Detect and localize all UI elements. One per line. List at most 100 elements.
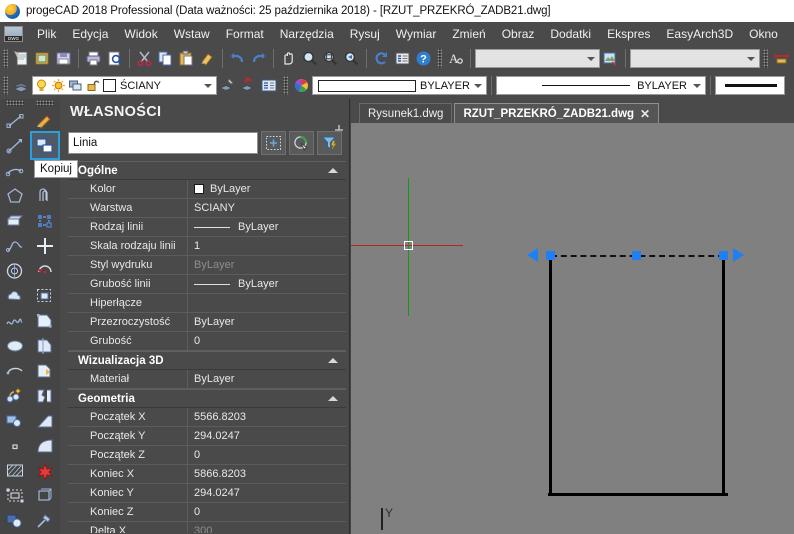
print-icon[interactable] — [83, 48, 104, 69]
menu-item-narzedzia[interactable]: Narzędzia — [272, 24, 342, 44]
properties-section-header-ogolne[interactable]: Ogólne — [68, 161, 346, 180]
table-style-combo[interactable] — [630, 49, 760, 68]
menu-item-rysuj[interactable]: Rysuj — [342, 24, 388, 44]
property-value[interactable]: ByLayer — [188, 316, 346, 328]
object-type-combo[interactable]: Linia — [68, 132, 258, 154]
array-icon[interactable] — [32, 208, 58, 233]
property-row-poczatek-z[interactable]: Początek Z 0 — [68, 446, 346, 465]
property-value[interactable]: 294.0247 — [188, 430, 346, 442]
color-wheel-icon[interactable] — [291, 75, 312, 96]
layer-color-swatch[interactable] — [103, 79, 116, 92]
layer-manager-icon[interactable] — [11, 75, 32, 96]
move-icon[interactable] — [32, 233, 58, 258]
toolbar-grip[interactable] — [3, 49, 8, 68]
toolbar-grip[interactable] — [437, 49, 442, 68]
wall-bottom[interactable] — [548, 493, 728, 496]
point-icon[interactable] — [2, 433, 28, 458]
chamfer-icon[interactable] — [32, 408, 58, 433]
polygon-icon[interactable] — [2, 183, 28, 208]
trim-icon[interactable] — [32, 333, 58, 358]
property-value[interactable]: 5866.8203 — [188, 468, 346, 480]
property-row-poczatek-x[interactable]: Początek X 5566.8203 — [68, 408, 346, 427]
3d-box-icon[interactable] — [32, 483, 58, 508]
grip-middle[interactable] — [632, 251, 641, 260]
property-row-kolor[interactable]: Kolor ByLayer — [68, 180, 346, 199]
offset-icon[interactable] — [32, 183, 58, 208]
property-value[interactable]: 5566.8203 — [188, 411, 346, 423]
lock-open-icon[interactable] — [84, 77, 101, 94]
donut-icon[interactable] — [2, 258, 28, 283]
property-value[interactable]: 0 — [188, 506, 346, 518]
save-icon[interactable] — [53, 48, 74, 69]
stretch-arrow-right-icon[interactable] — [733, 248, 744, 262]
toolbar-grip[interactable] — [36, 100, 54, 106]
region-icon[interactable] — [2, 508, 28, 533]
help-icon[interactable]: ? — [413, 48, 434, 69]
explode-icon[interactable] — [32, 458, 58, 483]
property-row-poczatek-y[interactable]: Początek Y 294.0247 — [68, 427, 346, 446]
scale-icon[interactable] — [32, 283, 58, 308]
property-row-koniec-x[interactable]: Koniec X 5866.8203 — [68, 465, 346, 484]
text-style-icon[interactable]: A — [445, 48, 466, 69]
wall-right[interactable] — [722, 256, 725, 496]
property-row-material[interactable]: Materiał ByLayer — [68, 370, 346, 389]
sun-freeze-icon[interactable] — [50, 77, 67, 94]
pencil-edit-icon[interactable] — [32, 108, 58, 133]
property-value[interactable]: 1 — [188, 240, 346, 252]
menu-item-format[interactable]: Format — [218, 24, 272, 44]
property-row-grubosc-linii[interactable]: Grubość linii ByLayer — [68, 275, 346, 294]
property-value-cell[interactable]: ByLayer — [188, 221, 346, 233]
arc-ellipse-icon[interactable] — [2, 358, 28, 383]
wall-left[interactable] — [549, 256, 552, 496]
object-color-combo[interactable]: BYLAYER — [312, 76, 487, 95]
fillet-icon[interactable] — [32, 433, 58, 458]
boundary-icon[interactable] — [2, 483, 28, 508]
properties-section-header-geometria[interactable]: Geometria — [68, 389, 346, 408]
rotate-icon[interactable] — [32, 258, 58, 283]
close-icon[interactable]: ✕ — [640, 107, 650, 121]
hammer-icon[interactable] — [32, 508, 58, 533]
menu-item-wstaw[interactable]: Wstaw — [166, 24, 218, 44]
freeze-viewport-icon[interactable] — [67, 77, 84, 94]
property-value[interactable]: 0 — [188, 449, 346, 461]
insert-block-icon[interactable] — [2, 383, 28, 408]
layer-previous-icon[interactable] — [238, 75, 259, 96]
tab-rzut-przekro-zadb21[interactable]: RZUT_PRZEKRÓ_ZADB21.dwg ✕ — [454, 103, 660, 123]
menu-item-obraz[interactable]: Obraz — [494, 24, 543, 44]
property-value-cell[interactable]: ByLayer — [188, 278, 346, 290]
zoom-window-icon[interactable] — [320, 48, 341, 69]
dimension-style-combo[interactable] — [475, 49, 600, 68]
property-row-skala-rodzaju-linii[interactable]: Skala rodzaju linii 1 — [68, 237, 346, 256]
extend-icon[interactable] — [32, 358, 58, 383]
toolbar-grip[interactable] — [6, 100, 24, 106]
grip-end[interactable] — [719, 251, 728, 260]
property-value[interactable]: 294.0247 — [188, 487, 346, 499]
copy-icon[interactable] — [155, 48, 176, 69]
pan-icon[interactable] — [278, 48, 299, 69]
property-row-przezroczystosc[interactable]: Przezroczystość ByLayer — [68, 313, 346, 332]
revision-cloud-icon[interactable] — [2, 283, 28, 308]
menu-item-widok[interactable]: Widok — [116, 24, 165, 44]
stretch-arrow-left-icon[interactable] — [527, 248, 538, 262]
menu-item-dodatki[interactable]: Dodatki — [542, 24, 599, 44]
select-objects-button[interactable] — [261, 131, 286, 155]
match-properties-icon[interactable] — [197, 48, 218, 69]
properties-icon[interactable] — [392, 48, 413, 69]
spline-icon[interactable] — [2, 233, 28, 258]
menu-item-pomoc[interactable]: Pomoc — [786, 24, 794, 44]
toolbar-grip[interactable] — [3, 76, 8, 95]
ray-icon[interactable] — [2, 133, 28, 158]
menu-item-ekspres[interactable]: Ekspres — [599, 24, 658, 44]
undo-icon[interactable] — [227, 48, 248, 69]
make-object-layer-current-icon[interactable] — [217, 75, 238, 96]
toolbar-grip[interactable] — [763, 49, 768, 68]
menu-item-wymiar[interactable]: Wymiar — [388, 24, 445, 44]
toolbar-grip[interactable] — [283, 76, 288, 95]
property-value[interactable]: 0 — [188, 335, 346, 347]
layer-list-icon[interactable] — [259, 75, 280, 96]
redraw-icon[interactable] — [371, 48, 392, 69]
grip-start[interactable] — [546, 251, 555, 260]
drawing-canvas[interactable]: Y — [351, 123, 794, 534]
property-row-grubosc[interactable]: Grubość 0 — [68, 332, 346, 351]
properties-section-header-wizualizacja3d[interactable]: Wizualizacja 3D — [68, 351, 346, 370]
